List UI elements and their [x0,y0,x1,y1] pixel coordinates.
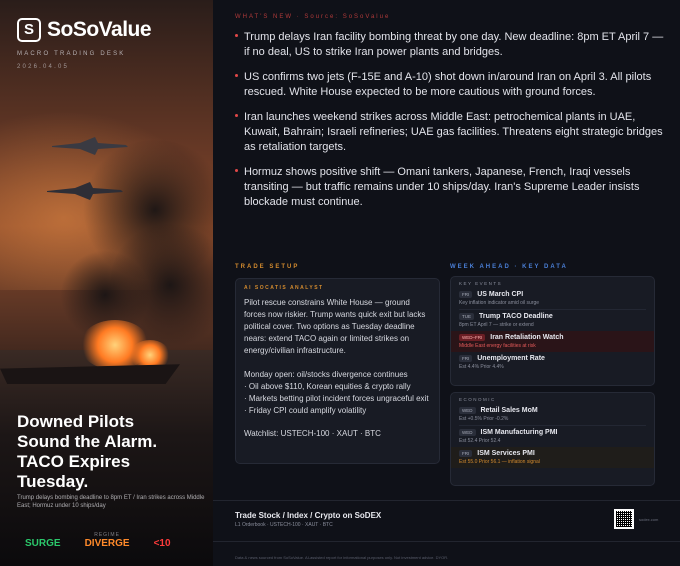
analysis-paragraph: Pilot rescue constrains White House — gr… [244,298,426,355]
event-detail: Est 55.0 Prior 56.1 — inflation signal [459,459,540,465]
brand: SoSoValue [17,18,152,42]
key-events-card: KEY EVENTS FRI US March CPI Key inflatio… [450,276,655,386]
news-text: Iran launches weekend strikes across Mid… [244,111,663,153]
calendar-event-highlighted: FRI ISM Services PMI Est 55.0 Prior 56.1… [451,447,654,468]
brand-name: SoSoValue [47,18,152,41]
report-date: 2026.04.05 [17,64,70,70]
tag-value: <10 [153,538,171,549]
bullet-dot-icon [235,169,238,172]
disclaimer: Data & news sourced from SoSoValue. AI-a… [235,555,449,560]
key-events-label: KEY EVENTS [459,281,503,286]
trade-setup-header: TRADE SETUP [235,264,300,270]
event-day-badge: WED [459,429,476,436]
headline-line: Sound the Alarm. [17,432,158,451]
event-detail: Key inflation indicator amid oil surge [459,300,540,306]
signal-tag: <10 [154,532,171,549]
event-detail: Est +0.5% Prior -0.2% [459,416,509,422]
event-title: Retail Sales MoM [480,407,538,414]
calendar-event-highlighted: WED–FRI Iran Retaliation Watch Middle Ea… [451,331,654,352]
hero-panel: SoSoValue MACRO TRADING DESK 2026.04.05 … [0,0,213,566]
event-title: Unemployment Rate [477,355,545,362]
calendar-event: FRI US March CPI Key inflation indicator… [451,288,654,309]
event-title: US March CPI [477,291,524,298]
bullet-dot-icon [235,34,238,37]
headline-line: TACO Expires [17,452,131,471]
signal-tag: SURGE [25,532,61,549]
event-day-badge: WED [459,407,476,414]
hero-subhead: Trump delays bombing deadline to 8pm ET … [17,495,205,509]
outlook-bullet: · Oil above $110, Korean equities & cryp… [244,382,411,391]
signal-tag: REGIME DIVERGE [85,532,130,549]
calendar-event: WED Retail Sales MoM Est +0.5% Prior -0.… [451,404,654,425]
tag-value: DIVERGE [84,538,130,549]
outlook-bullet: · Friday CPI could amplify volatility [244,406,367,415]
footer-bar: Trade Stock / Index / Crypto on SoDEX L1… [213,500,680,542]
bullet-dot-icon [235,114,238,117]
tag-value: SURGE [25,538,61,549]
sodex-cta[interactable]: Trade Stock / Index / Crypto on SoDEX [235,511,381,520]
outlook-bullet: · Markets betting pilot incident forces … [244,394,429,403]
calendar-event: WED ISM Manufacturing PMI Est 52.4 Prior… [451,426,654,447]
event-day-badge: WED–FRI [459,334,486,341]
sodex-markets: L1 Orderbook · USTECH-100 · XAUT · BTC [235,522,333,528]
event-day-badge: FRI [459,291,473,298]
event-day-badge: FRI [459,450,473,457]
analyst-label: AI SOCATIS ANALYST [244,285,324,291]
news-item: Hormuz shows positive shift — Omani tank… [235,165,665,210]
event-title: Trump TACO Deadline [479,313,553,320]
headline-line: Tuesday. [17,472,89,491]
calendar-event: TUE Trump TACO Deadline 8pm ET April 7 —… [451,310,654,331]
news-text: Hormuz shows positive shift — Omani tank… [244,166,640,208]
headline-line: Downed Pilots [17,412,135,431]
economic-events-card: ECONOMIC WED Retail Sales MoM Est +0.5% … [450,392,655,486]
qr-label: sodex.com [639,517,659,522]
news-header: WHAT'S NEW · Source: SoSoValue [235,14,391,20]
monday-outlook-title: Monday open: oil/stocks divergence conti… [244,370,408,379]
event-day-badge: TUE [459,313,474,320]
event-detail: Est 52.4 Prior 52.4 [459,438,501,444]
desk-label: MACRO TRADING DESK [17,51,126,57]
event-day-badge: FRI [459,355,473,362]
event-detail: 8pm ET April 7 — strike or extend [459,322,534,328]
news-item: US confirms two jets (F-15E and A-10) sh… [235,70,665,100]
watchlist: Watchlist: USTECH-100 · XAUT · BTC [244,429,381,438]
news-text: US confirms two jets (F-15E and A-10) sh… [244,71,652,98]
news-item: Iran launches weekend strikes across Mid… [235,110,665,155]
event-title: ISM Manufacturing PMI [480,429,558,436]
bullet-dot-icon [235,74,238,77]
event-title: Iran Retaliation Watch [490,334,564,341]
report-panel: WHAT'S NEW · Source: SoSoValue Trump del… [213,0,680,566]
qr-code-icon[interactable] [614,509,634,529]
event-detail: Middle East energy facilities at risk [459,343,536,349]
sosovalue-logo-icon [17,18,41,42]
economic-label: ECONOMIC [459,397,496,402]
hero-headline: Downed Pilots Sound the Alarm. TACO Expi… [17,412,207,492]
trade-setup-card: AI SOCATIS ANALYST Pilot rescue constrai… [235,278,440,464]
event-detail: Est 4.4% Prior 4.4% [459,364,504,370]
week-ahead-header: WEEK AHEAD · KEY DATA [450,264,568,270]
signal-tags: SURGE REGIME DIVERGE <10 [25,532,171,549]
calendar-event: FRI Unemployment Rate Est 4.4% Prior 4.4… [451,352,654,373]
news-text: Trump delays Iran facility bombing threa… [244,31,664,58]
news-item: Trump delays Iran facility bombing threa… [235,30,665,60]
event-title: ISM Services PMI [477,450,535,457]
news-list: Trump delays Iran facility bombing threa… [235,30,665,220]
